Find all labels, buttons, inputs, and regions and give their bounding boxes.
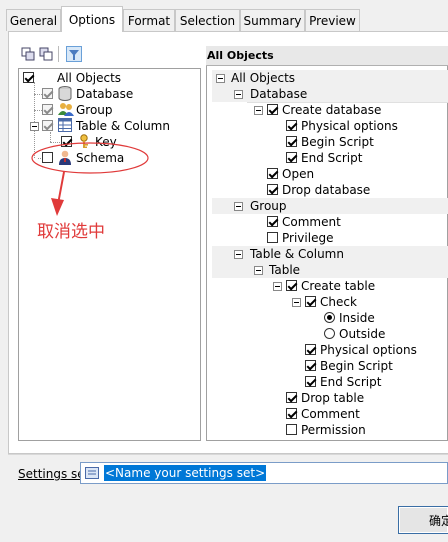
collapse-icon[interactable] [234, 250, 243, 259]
drop-database-checkbox[interactable] [267, 184, 278, 195]
collapse-icon[interactable] [234, 90, 243, 99]
option-end-script[interactable]: End Script [301, 150, 362, 166]
option-create-database[interactable]: Create database [282, 102, 381, 118]
privilege-checkbox[interactable] [267, 232, 278, 243]
annotation-arrow-line [57, 171, 65, 205]
option-outside[interactable]: Outside [339, 326, 385, 342]
table-column-checkbox[interactable] [42, 120, 53, 131]
option-inside[interactable]: Inside [339, 310, 375, 326]
section-band [212, 262, 448, 278]
expand-all-icon[interactable] [20, 46, 36, 62]
option-table-physical-options[interactable]: Physical options [320, 342, 417, 358]
collapse-icon[interactable] [254, 266, 263, 275]
tab-summary[interactable]: Summary [240, 9, 305, 31]
option-privilege[interactable]: Privilege [282, 230, 333, 246]
table-end-script-checkbox[interactable] [305, 376, 316, 387]
tree-item-table-column[interactable]: Table & Column [76, 118, 170, 134]
collapse-icon[interactable] [30, 122, 39, 131]
table-begin-script-checkbox[interactable] [305, 360, 316, 371]
ok-button-label: 确定 [429, 514, 448, 528]
collapse-icon[interactable] [292, 298, 301, 307]
option-begin-script[interactable]: Begin Script [301, 134, 374, 150]
table-comment-checkbox[interactable] [286, 408, 297, 419]
tree-item-database[interactable]: Database [76, 86, 133, 102]
option-table-begin-script[interactable]: Begin Script [320, 358, 393, 374]
end-script-checkbox[interactable] [286, 152, 297, 163]
option-group-comment[interactable]: Comment [282, 214, 341, 230]
tab-general[interactable]: General [6, 9, 61, 31]
option-table-comment[interactable]: Comment [301, 406, 360, 422]
option-physical-options[interactable]: Physical options [301, 118, 398, 134]
group-checkbox[interactable] [42, 104, 53, 115]
option-drop-database[interactable]: Drop database [282, 182, 370, 198]
all-objects-checkbox[interactable] [23, 72, 34, 83]
outside-radio[interactable] [324, 328, 335, 339]
physical-options-checkbox[interactable] [286, 120, 297, 131]
annotation-ellipse [31, 142, 149, 174]
create-table-checkbox[interactable] [286, 280, 297, 291]
database-icon [58, 86, 72, 101]
inside-radio[interactable] [324, 312, 335, 323]
permission-checkbox[interactable] [286, 424, 297, 435]
settings-set-input[interactable]: <Name your settings set> [104, 465, 267, 481]
option-drop-table[interactable]: Drop table [301, 390, 364, 406]
option-table-column: Table & Column [250, 247, 344, 261]
collapse-icon[interactable] [216, 74, 225, 83]
collapse-icon[interactable] [254, 106, 263, 115]
settings-file-icon [85, 467, 99, 479]
tree-item-group[interactable]: Group [76, 102, 113, 118]
group-icon [58, 101, 74, 117]
begin-script-checkbox[interactable] [286, 136, 297, 147]
options-header-title: All Objects [207, 49, 274, 62]
tree-item-all-objects[interactable]: All Objects [57, 70, 121, 86]
collapse-all-icon[interactable] [38, 46, 54, 62]
filter-toggle-icon[interactable] [66, 46, 82, 62]
divider [8, 454, 448, 455]
check-checkbox[interactable] [305, 296, 316, 307]
tree-line [34, 110, 42, 111]
tab-format[interactable]: Format [123, 9, 175, 31]
toolbar-separator [58, 46, 59, 62]
section-band [212, 86, 448, 102]
tab-preview[interactable]: Preview [305, 9, 360, 31]
open-checkbox[interactable] [267, 168, 278, 179]
collapse-icon[interactable] [273, 282, 282, 291]
database-checkbox[interactable] [42, 88, 53, 99]
table-physical-options-checkbox[interactable] [305, 344, 316, 355]
section-band [212, 198, 448, 214]
annotation-overlay [31, 142, 149, 216]
tab-options[interactable]: Options [61, 6, 123, 32]
option-group: Group [250, 199, 287, 213]
option-check[interactable]: Check [320, 294, 357, 310]
option-database: Database [250, 87, 308, 101]
annotation-arrow-head [51, 198, 64, 216]
tab-selection[interactable]: Selection [175, 9, 240, 31]
option-all-objects: All Objects [231, 71, 296, 85]
option-create-table[interactable]: Create table [301, 278, 375, 294]
option-permission[interactable]: Permission [301, 422, 366, 438]
group-comment-checkbox[interactable] [267, 216, 278, 227]
tree-line [34, 94, 42, 95]
ok-button[interactable]: 确定 [398, 506, 448, 534]
create-database-checkbox[interactable] [267, 104, 278, 115]
collapse-icon[interactable] [234, 202, 243, 211]
table-icon [58, 118, 72, 132]
option-table-end-script[interactable]: End Script [320, 374, 381, 390]
annotation-text: 取消选中 [37, 222, 105, 242]
drop-table-checkbox[interactable] [286, 392, 297, 403]
option-open[interactable]: Open [282, 166, 314, 182]
option-table: Table [269, 263, 301, 277]
